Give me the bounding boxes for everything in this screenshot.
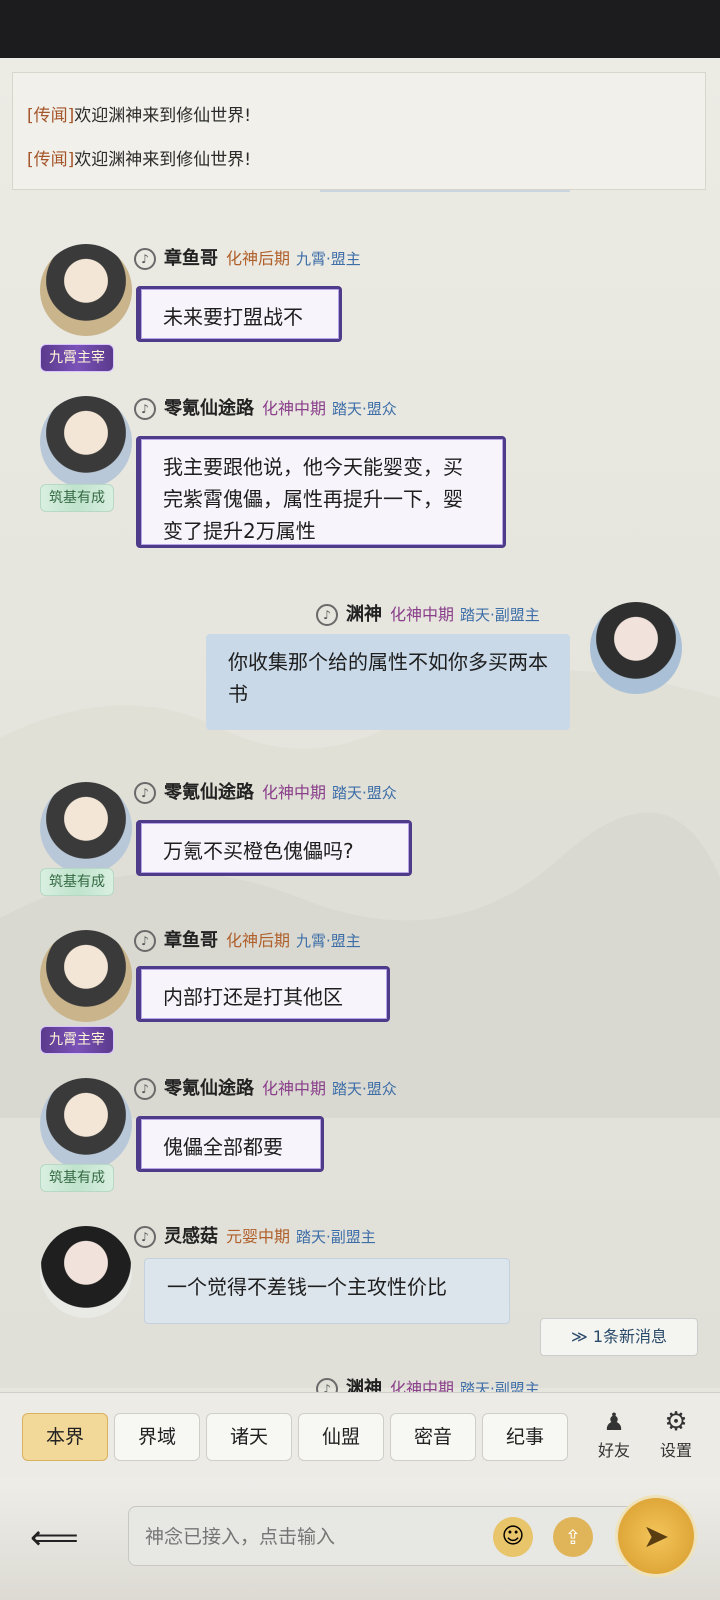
new-message-label: 1条新消息	[592, 1327, 668, 1346]
voice-icon[interactable]: ♪	[316, 604, 338, 626]
avatar[interactable]	[40, 930, 132, 1022]
tab-private[interactable]: 密音	[390, 1413, 476, 1461]
chevron-down-icon: ≫	[570, 1327, 593, 1346]
guild-label: 踏天·副盟主	[460, 606, 540, 624]
avatar[interactable]	[590, 602, 682, 694]
divider	[320, 190, 570, 192]
channel-tabs: 本界 界域 诸天 仙盟 密音 纪事 ♟ 好友 ⚙ 设置	[0, 1392, 720, 1479]
tab-region[interactable]: 界域	[114, 1413, 200, 1461]
status-bar	[0, 0, 720, 58]
sender-name[interactable]: 章鱼哥	[164, 930, 218, 951]
realm-label: 化神中期	[390, 605, 455, 624]
sender-line: ♪ 零氪仙途路 化神中期 踏天·盟众	[134, 394, 397, 422]
avatar[interactable]	[40, 396, 132, 488]
emoji-icon[interactable]: ☺	[493, 1517, 533, 1557]
voice-icon[interactable]: ♪	[134, 930, 156, 952]
message-bubble[interactable]: 万氪不买橙色傀儡吗?	[136, 820, 412, 876]
back-arrow-icon[interactable]: ⟸	[30, 1518, 110, 1558]
avatar[interactable]	[40, 244, 132, 336]
title-badge: 九霄主宰	[40, 1026, 114, 1054]
realm-label: 化神后期	[226, 931, 291, 950]
sender-line: ♪ 章鱼哥 化神后期 九霄·盟主	[134, 926, 361, 954]
guild-label: 九霄·盟主	[296, 932, 361, 950]
title-badge: 筑基有成	[40, 868, 114, 896]
notice-line: [传闻]欢迎渊神来到修仙世界!	[27, 101, 251, 126]
guild-label: 踏天·盟众	[332, 784, 397, 802]
voice-icon[interactable]: ♪	[134, 1078, 156, 1100]
message-bubble[interactable]: 未来要打盟战不	[136, 286, 342, 342]
share-icon[interactable]: ⇪	[553, 1517, 593, 1557]
sender-name[interactable]: 零氪仙途路	[164, 782, 254, 803]
sender-line: ♪ 渊神 化神中期 踏天·副盟主	[316, 600, 540, 628]
chat-input[interactable]	[143, 1507, 467, 1567]
notice-line: [传闻]欢迎渊神来到修仙世界!	[27, 145, 251, 170]
sender-line: ♪ 灵感菇 元婴中期 踏天·副盟主	[134, 1222, 376, 1250]
message-bubble[interactable]: 一个觉得不差钱一个主攻性价比	[144, 1258, 510, 1324]
notice-text: 欢迎渊神来到修仙世界!	[74, 150, 252, 170]
message-bubble[interactable]: 我主要跟他说，他今天能婴变，买完紫霄傀儡，属性再提升一下，婴变了提升2万属性	[136, 436, 506, 548]
avatar[interactable]	[40, 782, 132, 874]
message-bubble[interactable]: 傀儡全部都要	[136, 1116, 324, 1172]
voice-icon[interactable]: ♪	[134, 248, 156, 270]
tab-guild[interactable]: 仙盟	[298, 1413, 384, 1461]
friends-button[interactable]: ♟ 好友	[588, 1407, 640, 1465]
sender-line: ♪ 章鱼哥 化神后期 九霄·盟主	[134, 244, 361, 272]
tab-realms[interactable]: 诸天	[206, 1413, 292, 1461]
sender-line: ♪ 零氪仙途路 化神中期 踏天·盟众	[134, 778, 397, 806]
settings-label: 设置	[659, 1441, 692, 1460]
send-button[interactable]: ➤	[618, 1498, 694, 1574]
realm-label: 元婴中期	[226, 1227, 291, 1246]
guild-label: 九霄·盟主	[296, 250, 361, 268]
tab-world[interactable]: 本界	[22, 1413, 108, 1461]
message-bubble[interactable]: 你收集那个给的属性不如你多买两本书	[206, 634, 570, 730]
voice-icon[interactable]: ♪	[134, 1226, 156, 1248]
notice-text: 欢迎渊神来到修仙世界!	[74, 106, 252, 126]
title-badge: 筑基有成	[40, 484, 114, 512]
notice-panel: [传闻]欢迎渊神来到修仙世界! [传闻]欢迎渊神来到修仙世界!	[12, 72, 706, 190]
sender-name[interactable]: 灵感菇	[164, 1226, 218, 1247]
new-message-button[interactable]: ≫ 1条新消息	[540, 1318, 698, 1356]
sender-line: ♪ 零氪仙途路 化神中期 踏天·盟众	[134, 1074, 397, 1102]
guild-label: 踏天·副盟主	[296, 1228, 376, 1246]
sender-name[interactable]: 零氪仙途路	[164, 1078, 254, 1099]
realm-label: 化神中期	[262, 1079, 327, 1098]
notice-tag: [传闻]	[27, 150, 75, 170]
guild-label: 踏天·盟众	[332, 400, 397, 418]
sender-name[interactable]: 渊神	[346, 604, 382, 625]
sender-name[interactable]: 章鱼哥	[164, 248, 218, 269]
title-badge: 筑基有成	[40, 1164, 114, 1192]
input-bar: ⟸ ☺ ⇪ ➤	[0, 1478, 720, 1600]
notice-tag: [传闻]	[27, 106, 75, 126]
tab-chronicle[interactable]: 纪事	[482, 1413, 568, 1461]
avatar[interactable]	[40, 1226, 132, 1318]
voice-icon[interactable]: ♪	[134, 398, 156, 420]
guild-label: 踏天·盟众	[332, 1080, 397, 1098]
voice-icon[interactable]: ♪	[134, 782, 156, 804]
avatar[interactable]	[40, 1078, 132, 1170]
title-badge: 九霄主宰	[40, 344, 114, 372]
gear-icon: ⚙	[664, 1407, 688, 1437]
friends-icon: ♟	[603, 1408, 625, 1436]
realm-label: 化神中期	[262, 399, 327, 418]
realm-label: 化神中期	[262, 783, 327, 802]
realm-label: 化神后期	[226, 249, 291, 268]
settings-button[interactable]: ⚙ 设置	[650, 1407, 702, 1465]
sender-name[interactable]: 零氪仙途路	[164, 398, 254, 419]
chat-input-box[interactable]: ☺ ⇪	[128, 1506, 648, 1567]
message-bubble[interactable]: 内部打还是打其他区	[136, 966, 390, 1022]
friends-label: 好友	[597, 1441, 630, 1460]
send-icon: ➤	[642, 1517, 670, 1555]
